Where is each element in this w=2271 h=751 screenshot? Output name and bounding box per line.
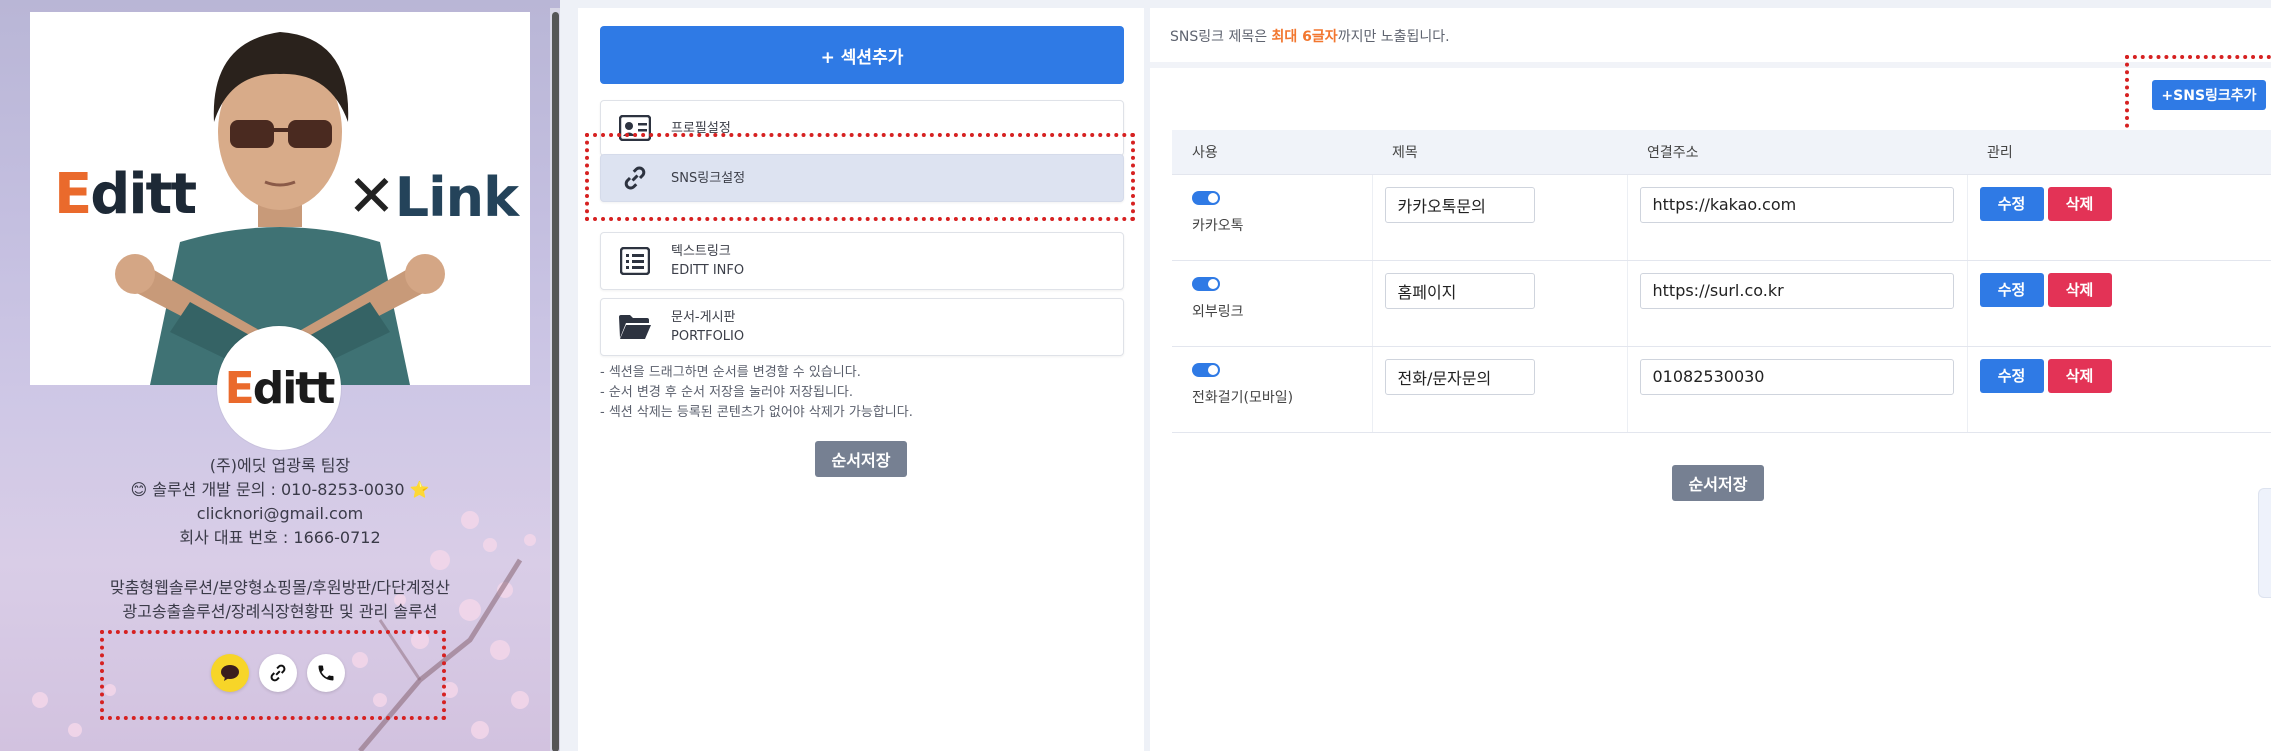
delete-button[interactable]: 삭제 — [2047, 272, 2112, 307]
profile-line-name: (주)에딧 엽광록 팀장 — [209, 456, 351, 475]
section-subtitle: EDITT INFO — [671, 263, 745, 278]
use-toggle[interactable] — [1192, 362, 1220, 377]
section-title: 문서-게시판 — [671, 310, 736, 325]
table-row: 전화걸기(모바일) 전화/문자문의 01082530030 수정 삭제 — [1172, 346, 2271, 433]
section-item-documents[interactable]: 문서-게시판 PORTFOLIO — [600, 298, 1124, 356]
title-input[interactable]: 홈페이지 — [1384, 272, 1535, 309]
column-header-manage: 관리 — [1967, 130, 2271, 175]
edit-button[interactable]: 수정 — [1979, 358, 2044, 393]
service-description: 맞춤형웹솔루션/분양형쇼핑몰/후원방판/다단계정산 광고송출솔루션/장례식장현황… — [0, 576, 560, 624]
profile-info: (주)에딧 엽광록 팀장 😊 솔루션 개발 문의 : 010-8253-0030… — [0, 454, 560, 550]
add-section-button[interactable]: + 섹션추가 — [600, 26, 1124, 84]
sns-type-label: 전화걸기(모바일) — [1192, 389, 1294, 406]
title-input[interactable]: 전화/문자문의 — [1384, 358, 1535, 395]
table-row: 카카오톡 카카오톡문의 https://kakao.com 수정 삭제 — [1172, 174, 2271, 261]
profile-line-contact: 😊 솔루션 개발 문의 : 010-8253-0030 ⭐ — [130, 480, 430, 499]
list-icon — [617, 243, 653, 279]
section-help-notes: - 섹션을 드래그하면 순서를 변경할 수 있습니다. - 순서 변경 후 순서… — [600, 363, 913, 423]
side-tab-handle[interactable] — [2258, 488, 2271, 598]
sns-title-notice: SNS링크 제목은 최대 6글자까지만 노출됩니다. — [1170, 29, 1450, 45]
note-line: - 섹션을 드래그하면 순서를 변경할 수 있습니다. — [600, 365, 861, 380]
note-line: - 섹션 삭제는 등록된 콘텐츠가 없어야 삭제가 가능합니다. — [600, 405, 913, 420]
use-toggle[interactable] — [1192, 276, 1220, 291]
title-input[interactable]: 카카오톡문의 — [1384, 186, 1535, 223]
section-item-text-link[interactable]: 텍스트링크 EDITT INFO — [600, 232, 1124, 290]
annotation-box-sns-section — [585, 133, 1135, 221]
section-title: 텍스트링크 — [671, 244, 731, 259]
sns-type-label: 카카오톡 — [1192, 217, 1244, 234]
note-line: - 순서 변경 후 순서 저장을 눌러야 저장됩니다. — [600, 385, 854, 400]
profile-line-phone: 회사 대표 번호 : 1666-0712 — [179, 528, 381, 547]
edit-button[interactable]: 수정 — [1979, 186, 2044, 221]
column-header-title: 제목 — [1372, 130, 1627, 175]
link-logo-right: ✕Link — [347, 162, 519, 230]
delete-button[interactable]: 삭제 — [2047, 186, 2112, 221]
service-line: 맞춤형웹솔루션/분양형쇼핑몰/후원방판/다단계정산 — [109, 578, 450, 597]
folder-icon — [617, 309, 653, 345]
table-row: 외부링크 홈페이지 https://surl.co.kr 수정 삭제 — [1172, 260, 2271, 347]
use-toggle[interactable] — [1192, 190, 1220, 205]
section-subtitle: PORTFOLIO — [671, 329, 745, 344]
annotation-box-sns-icons — [100, 630, 446, 720]
profile-avatar: Editt — [217, 326, 341, 450]
url-input[interactable]: 01082530030 — [1639, 358, 1954, 395]
preview-scrollbar[interactable] — [550, 8, 560, 751]
sns-order-save-button[interactable]: 순서저장 — [1672, 465, 1764, 501]
section-order-save-button[interactable]: 순서저장 — [815, 441, 907, 477]
sns-link-table: 사용 제목 연결주소 관리 카카오톡 카카오톡문의 https://kakao.… — [1172, 130, 2271, 433]
delete-button[interactable]: 삭제 — [2047, 358, 2112, 393]
column-header-url: 연결주소 — [1627, 130, 1967, 175]
service-line: 광고송출솔루션/장례식장현황판 및 관리 솔루션 — [122, 602, 438, 621]
table-header-row: 사용 제목 연결주소 관리 — [1172, 130, 2271, 175]
editt-logo-left: Editt — [54, 162, 197, 227]
edit-button[interactable]: 수정 — [1979, 272, 2044, 307]
profile-line-email: clicknori@gmail.com — [196, 504, 364, 523]
sns-type-label: 외부링크 — [1192, 303, 1244, 320]
url-input[interactable]: https://surl.co.kr — [1639, 272, 1954, 309]
column-header-use: 사용 — [1172, 130, 1372, 175]
section-panel: + 섹션추가 프로필설정 SNS링크설정 텍스트링크 EDITT INFO 문서… — [578, 8, 1144, 751]
url-input[interactable]: https://kakao.com — [1639, 186, 1954, 223]
